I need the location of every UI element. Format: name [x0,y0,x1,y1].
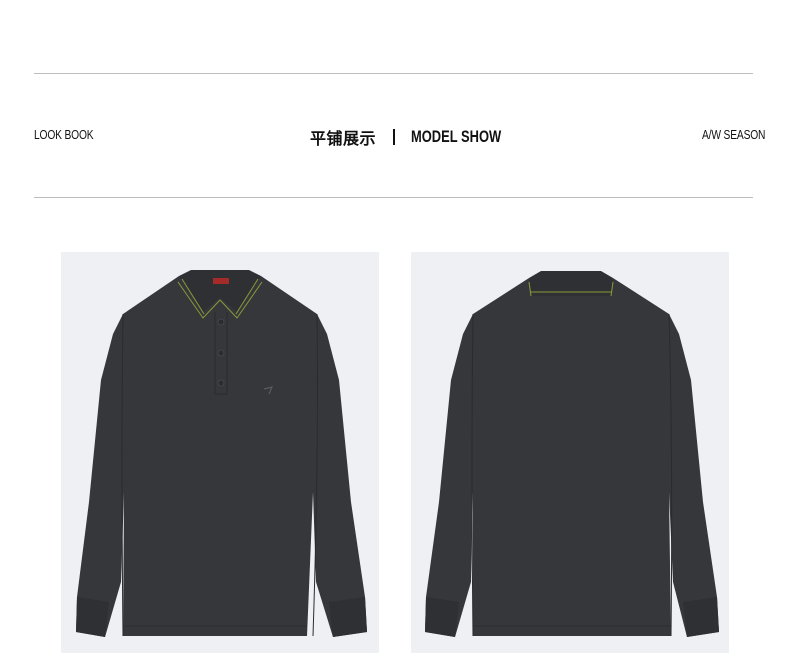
title-separator [393,129,396,145]
season-label: A/W SEASON [702,128,766,142]
top-divider [34,73,753,74]
polo-shirt-front-icon [76,270,367,637]
product-image-back [411,252,729,653]
section-title: 平铺展示 MODEL SHOW [310,124,530,150]
product-image-front [61,252,379,653]
title-english: MODEL SHOW [411,127,502,146]
lookbook-label: LOOK BOOK [34,128,94,142]
bottom-divider [34,197,753,198]
title-chinese: 平铺展示 [310,131,377,148]
polo-shirt-back-icon [425,271,719,637]
